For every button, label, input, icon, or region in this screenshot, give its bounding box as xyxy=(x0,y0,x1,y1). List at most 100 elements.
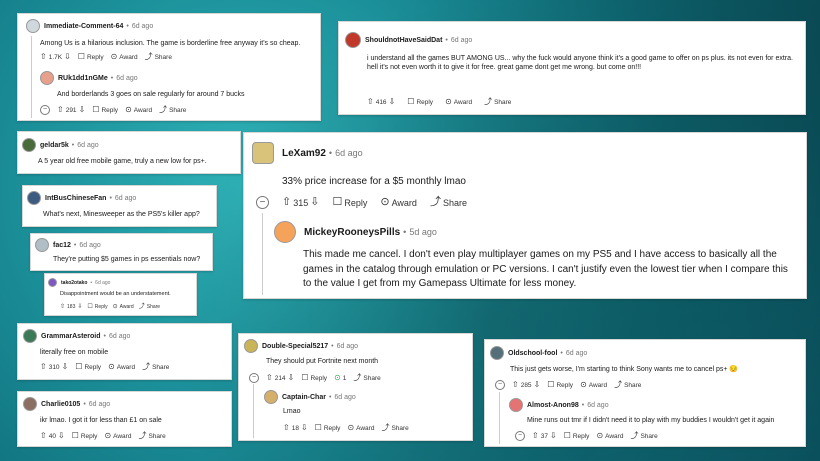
share-button[interactable]: ⤴ Share xyxy=(630,432,657,440)
username[interactable]: GrammarAsteroid xyxy=(41,333,101,340)
award-button[interactable]: ⊙ Award xyxy=(596,432,623,440)
award-button[interactable]: ⊙ Award xyxy=(113,304,134,310)
timestamp: 6d ago xyxy=(79,241,101,249)
username[interactable]: Immediate-Comment-64 xyxy=(44,23,123,30)
collapse-icon[interactable]: − xyxy=(40,105,50,115)
comment-actions: − ⇧ 291 ⇩ ☐ Reply ⊙ Award ⤴ Share xyxy=(40,105,186,115)
username[interactable]: Charlie0105 xyxy=(41,401,80,408)
timestamp: 6d ago xyxy=(108,332,131,340)
reply-button[interactable]: ☐ Reply xyxy=(315,424,341,432)
award-button[interactable]: ⊙ Award xyxy=(104,432,131,440)
reply-button[interactable]: ☐ Reply xyxy=(301,374,327,382)
downvote-icon[interactable]: ⇩ xyxy=(77,304,82,310)
username[interactable]: Oldschool-fool xyxy=(508,350,557,357)
downvote-icon[interactable]: ⇩ xyxy=(389,98,396,106)
timestamp: 6d ago xyxy=(565,349,588,357)
reply-button[interactable]: ☐ Reply xyxy=(72,432,98,440)
upvote-icon[interactable]: ⇧ xyxy=(512,381,519,389)
upvote-icon[interactable]: ⇧ xyxy=(60,304,65,310)
comment-actions: ⇧ 18 ⇩ ☐ Reply ⊙ Award ⤴ Share xyxy=(283,424,409,432)
username[interactable]: IntBusChineseFan xyxy=(45,195,106,202)
timestamp: 6d ago xyxy=(95,279,111,286)
award-button[interactable]: ⊙ Award xyxy=(380,197,417,208)
upvote-icon[interactable]: ⇧ xyxy=(367,98,374,106)
downvote-icon[interactable]: ⇩ xyxy=(301,424,308,432)
username[interactable]: fac12 xyxy=(53,242,71,249)
username[interactable]: Captain-Char xyxy=(282,394,326,401)
comment-card-lexam92: LeXam92 • 6d ago 33% price increase for … xyxy=(243,132,807,299)
user-avatar xyxy=(23,397,37,411)
user-avatar xyxy=(509,398,523,412)
reply-icon: ☐ xyxy=(314,423,322,432)
comment-actions: − ⇧ 37 ⇩ ☐ Reply ⊙ Award ⤴ Share xyxy=(515,431,658,441)
downvote-icon[interactable]: ⇩ xyxy=(310,197,319,208)
username[interactable]: Almost-Anon98 xyxy=(527,402,579,409)
reply-button[interactable]: ☐ Reply xyxy=(78,53,104,61)
share-icon: ⤴ xyxy=(484,97,493,106)
comment-card-grammarasteroid: GrammarAsteroid • 6d ago literally free … xyxy=(17,323,232,380)
collapse-icon[interactable]: − xyxy=(249,373,259,383)
share-button[interactable]: ⤴ Share xyxy=(145,53,172,61)
reply-button[interactable]: ☐ Reply xyxy=(92,106,118,114)
reply-button[interactable]: ☐ Reply xyxy=(547,381,573,389)
share-button[interactable]: ⤴ Share xyxy=(142,363,169,371)
upvote-icon[interactable]: ⇧ xyxy=(532,432,539,440)
username[interactable]: Double-Special5217 xyxy=(262,343,328,350)
username[interactable]: LeXam92 xyxy=(282,148,326,159)
award-button[interactable]: ⊙ Award xyxy=(347,424,374,432)
share-button[interactable]: ⤴ Share xyxy=(138,432,165,440)
share-button[interactable]: ⤴ Share xyxy=(353,374,380,382)
downvote-icon[interactable]: ⇩ xyxy=(64,53,71,61)
upvote-icon[interactable]: ⇧ xyxy=(40,363,47,371)
downvote-icon[interactable]: ⇩ xyxy=(58,432,65,440)
vote-count: 310 xyxy=(48,363,60,371)
username[interactable]: RUk1dd1nGMe xyxy=(58,75,108,82)
share-button[interactable]: ⤴ Share xyxy=(139,304,160,310)
collapse-icon[interactable]: − xyxy=(495,380,505,390)
share-icon: ⤴ xyxy=(614,380,623,389)
comment-text: This just gets worse, I'm starting to th… xyxy=(510,366,739,373)
award-button[interactable]: ⊙ Award xyxy=(108,363,135,371)
share-button[interactable]: ⤴ Share xyxy=(614,381,641,389)
share-button[interactable]: ⤴ Share xyxy=(159,106,186,114)
upvote-icon[interactable]: ⇧ xyxy=(57,106,64,114)
comment-text: A 5 year old free mobile game, truly a n… xyxy=(38,158,207,165)
award-button[interactable]: ⊙ Award xyxy=(580,381,607,389)
downvote-icon[interactable]: ⇩ xyxy=(62,363,69,371)
reply-icon: ☐ xyxy=(71,431,79,440)
award-icon: ⊙ xyxy=(380,196,390,208)
reply-button[interactable]: ☐ Reply xyxy=(407,98,433,106)
downvote-icon[interactable]: ⇩ xyxy=(288,374,295,382)
username[interactable]: ShouldnotHaveSaidDat xyxy=(365,37,442,44)
comment-actions: − ⇧ 315 ⇩ ☐ Reply ⊙ Award ⤴ Share xyxy=(256,196,467,209)
collapse-icon[interactable]: − xyxy=(256,196,269,209)
downvote-icon[interactable]: ⇩ xyxy=(534,381,541,389)
username[interactable]: tako2otako xyxy=(61,280,87,286)
share-button[interactable]: ⤴ Share xyxy=(430,197,467,208)
username[interactable]: geldar5k xyxy=(40,142,69,149)
downvote-icon[interactable]: ⇩ xyxy=(79,106,86,114)
award-button[interactable]: ⊙ Award xyxy=(445,98,472,106)
upvote-icon[interactable]: ⇧ xyxy=(282,197,291,208)
upvote-icon[interactable]: ⇧ xyxy=(40,53,47,61)
upvote-icon[interactable]: ⇧ xyxy=(283,424,290,432)
share-button[interactable]: ⤴ Share xyxy=(484,98,511,106)
share-icon: ⤴ xyxy=(144,52,153,61)
reply-button[interactable]: ☐ Reply xyxy=(332,197,367,208)
comment-text: Lmao xyxy=(283,408,301,415)
reply-button[interactable]: ☐ Reply xyxy=(564,432,590,440)
username[interactable]: MickeyRooneysPills xyxy=(304,227,400,238)
upvote-icon[interactable]: ⇧ xyxy=(266,374,273,382)
downvote-icon[interactable]: ⇩ xyxy=(550,432,557,440)
reply-button[interactable]: ☐ Reply xyxy=(87,304,107,310)
reply-button[interactable]: ☐ Reply xyxy=(75,363,101,371)
upvote-icon[interactable]: ⇧ xyxy=(40,432,47,440)
award-button[interactable]: ⊙ Award xyxy=(111,53,138,61)
award-badge[interactable]: ⊙ 1 xyxy=(334,374,346,382)
award-button[interactable]: ⊙ Award xyxy=(125,106,152,114)
collapse-icon[interactable]: − xyxy=(515,431,525,441)
share-button[interactable]: ⤴ Share xyxy=(381,424,408,432)
share-icon: ⤴ xyxy=(138,304,145,310)
comment-actions: − ⇧ 285 ⇩ ☐ Reply ⊙ Award ⤴ Share xyxy=(495,380,641,390)
share-icon: ⤴ xyxy=(381,423,390,432)
